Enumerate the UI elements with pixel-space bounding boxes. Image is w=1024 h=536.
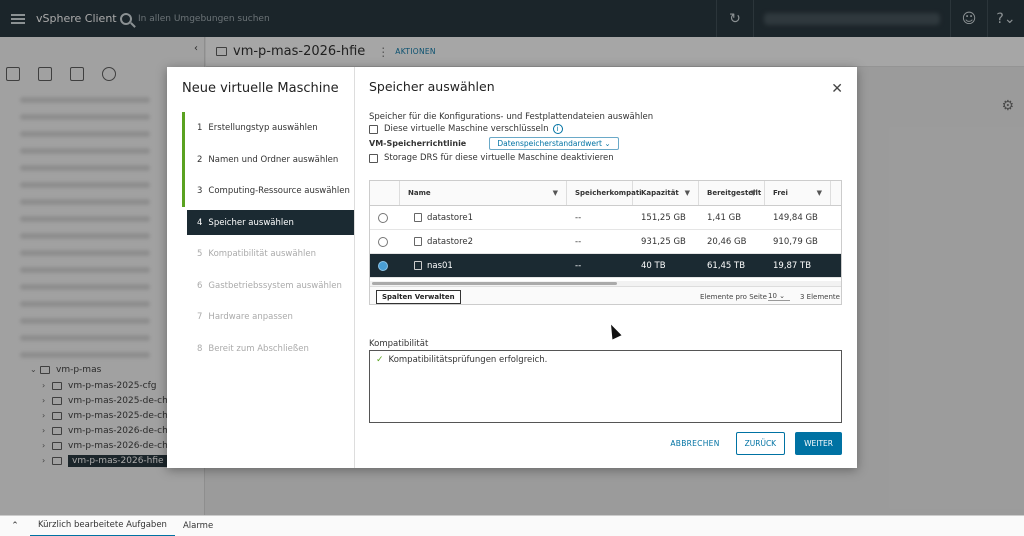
encrypt-checkbox[interactable] [369,124,378,134]
column-header-capacity[interactable]: Kapazität ▼ [633,181,699,205]
row-radio[interactable] [378,236,388,247]
column-header-free[interactable]: Frei ▼ [765,181,831,205]
wizard-step-2[interactable]: 2 Namen und Ordner auswählen [182,143,354,176]
new-vm-wizard: Neue virtuelle Maschine 1 Erstellungstyp … [167,67,857,468]
column-header-name[interactable]: Name ▼ [400,181,567,205]
filter-icon[interactable]: ▼ [751,189,756,197]
chevron-up-icon[interactable]: ⌃ [0,521,30,531]
check-icon: ✓ [376,355,384,365]
row-radio[interactable] [378,212,388,223]
manage-columns-button[interactable]: Spalten Verwalten [376,289,461,304]
compat-box: ✓ Kompatibilitätsprüfungen erfolgreich. [369,350,842,423]
chevron-down-icon: ⌄ [779,292,786,300]
wizard-step-3[interactable]: 3 Computing-Ressource auswählen [182,175,354,208]
wizard-steps-pane: Neue virtuelle Maschine 1 Erstellungstyp … [167,67,355,468]
compat-message: Kompatibilitätsprüfungen erfolgreich. [388,355,548,365]
table-row[interactable]: datastore1 -- 151,25 GB 1,41 GB 149,84 G… [370,206,841,230]
grid-footer: Spalten Verwalten Elemente pro Seite 10 … [370,286,841,304]
compat-label: Kompatibilität [369,339,429,349]
per-page-label: Elemente pro Seite [700,292,767,301]
column-header-provisioned[interactable]: Bereitgestellt ▼ [699,181,765,205]
wizard-step-8: 8 Bereit zum Abschließen [197,343,309,354]
encrypt-option[interactable]: Diese virtuelle Maschine verschlüsseln i [369,124,563,134]
tab-recent-tasks[interactable]: Kürzlich bearbeitete Aufgaben [30,516,175,536]
datastore-icon [414,237,422,246]
filter-icon[interactable]: ▼ [685,189,690,197]
chevron-down-icon: ⌄ [602,139,611,148]
wizard-title: Neue virtuelle Maschine [182,81,339,96]
back-button[interactable]: ZURÜCK [735,432,786,455]
wizard-step-6: 6 Gastbetriebssystem auswählen [197,280,342,291]
wizard-step-1[interactable]: 1 Erstellungstyp auswählen [182,112,354,144]
wizard-step-4[interactable]: 4 Speicher auswählen [187,210,354,236]
storage-policy-select[interactable]: Datenspeicherstandardwert ⌄ [489,137,619,150]
scrollbar-thumb[interactable] [372,282,617,285]
filter-icon[interactable]: ▼ [553,189,558,197]
item-count: 3 Elemente [800,292,840,301]
cancel-button[interactable]: ABBRECHEN [664,439,725,448]
page-title: Speicher auswählen [369,79,495,94]
close-icon[interactable]: ✕ [831,81,843,97]
table-row[interactable]: datastore2 -- 931,25 GB 20,46 GB 910,79 … [370,230,841,254]
page-description: Speicher für die Konfigurations- und Fes… [369,112,654,122]
tab-alarms[interactable]: Alarme [175,516,221,536]
grid-header: Name ▼ Speicherkompati Kapazität ▼ Bereitg… [370,181,841,206]
datastore-icon [414,261,422,270]
next-button[interactable]: WEITER [795,432,842,455]
datastore-grid: Name ▼ Speicherkompati Kapazität ▼ Bereitg… [369,180,842,305]
policy-label: VM-Speicherrichtlinie [369,139,467,148]
bottom-bar: ⌃ Kürzlich bearbeitete Aufgaben Alarme [0,515,1024,536]
grid-select-column [370,181,400,205]
drs-option[interactable]: Storage DRS für diese virtuelle Maschine… [369,153,614,163]
row-radio[interactable] [378,260,388,271]
table-row-selected[interactable]: nas01 -- 40 TB 61,45 TB 19,87 TB [370,254,841,278]
per-page-select[interactable]: 10 ⌄ [768,292,790,301]
wizard-step-5: 5 Kompatibilität auswählen [197,248,316,259]
filter-icon[interactable]: ▼ [817,189,822,197]
info-icon[interactable]: i [552,124,563,134]
wizard-step-7: 7 Hardware anpassen [197,312,293,323]
column-header-compat[interactable]: Speicherkompati [567,181,642,205]
wizard-buttons: ABBRECHEN ZURÜCK WEITER [664,432,842,455]
drs-checkbox[interactable] [369,153,378,163]
datastore-icon [414,213,422,222]
wizard-content: Speicher auswählen ✕ Speicher für die Ko… [355,67,857,468]
